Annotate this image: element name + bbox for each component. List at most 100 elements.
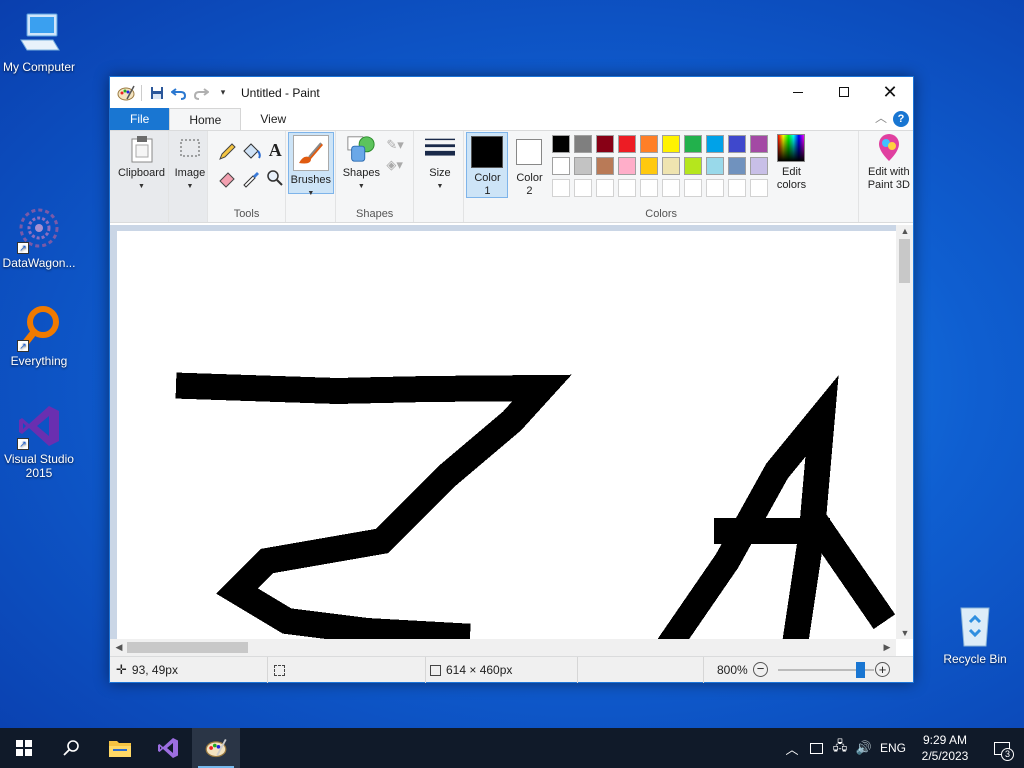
clock[interactable]: 9:29 AM 2/5/2023: [910, 732, 980, 764]
fill-bucket-icon[interactable]: [240, 141, 262, 163]
maximize-button[interactable]: [821, 77, 867, 107]
zoom-out-button[interactable]: −: [753, 662, 768, 677]
zoom-slider-thumb[interactable]: [855, 662, 865, 678]
color2-label: Color: [516, 172, 543, 184]
color1-button[interactable]: Color 1: [466, 132, 509, 198]
custom-color-slot[interactable]: [552, 179, 571, 197]
palette-color-swatch[interactable]: [728, 135, 747, 153]
minimize-button[interactable]: [775, 77, 821, 107]
color2-button[interactable]: Color 2: [510, 133, 548, 197]
zoom-in-button[interactable]: +: [875, 662, 890, 677]
custom-color-slot[interactable]: [662, 179, 681, 197]
taskbar-paint[interactable]: [192, 728, 240, 768]
eraser-icon[interactable]: [216, 167, 238, 189]
image-button[interactable]: Image ▼: [171, 134, 209, 193]
palette-color-swatch[interactable]: [596, 135, 615, 153]
custom-color-slot[interactable]: [596, 179, 615, 197]
custom-color-slot[interactable]: [618, 179, 637, 197]
desktop-icon-recycle-bin[interactable]: Recycle Bin: [936, 602, 1014, 666]
help-icon[interactable]: ?: [893, 111, 909, 127]
color1-label: Color: [474, 172, 501, 184]
desktop-icon-datawagon[interactable]: ↗ DataWagon...: [0, 206, 78, 270]
palette-color-swatch[interactable]: [618, 135, 637, 153]
close-button[interactable]: ✕: [867, 77, 913, 107]
palette-color-swatch[interactable]: [684, 157, 703, 175]
pencil-icon[interactable]: [216, 141, 238, 163]
custom-color-slot[interactable]: [684, 179, 703, 197]
scroll-left-icon[interactable]: ◀: [112, 642, 126, 653]
custom-color-slot[interactable]: [728, 179, 747, 197]
brushes-button[interactable]: Brushes ▼: [287, 132, 334, 197]
show-hidden-icons-button[interactable]: ︿: [780, 728, 804, 768]
desktop-icon-my-computer[interactable]: My Computer: [0, 10, 78, 74]
tray-app-icon[interactable]: [804, 728, 828, 768]
notification-count: 3: [1001, 748, 1014, 761]
palette-color-swatch[interactable]: [640, 157, 659, 175]
outline-icon[interactable]: ✎▾: [386, 137, 412, 155]
cursor-position-section: ✛ 93, 49px: [110, 657, 268, 683]
palette-color-swatch[interactable]: [728, 157, 747, 175]
palette-color-swatch[interactable]: [640, 135, 659, 153]
text-tool-icon[interactable]: A: [264, 140, 286, 162]
drawing-canvas[interactable]: [117, 231, 896, 639]
palette-color-swatch[interactable]: [552, 157, 571, 175]
clipboard-button[interactable]: Clipboard ▼: [114, 134, 169, 193]
vertical-scroll-thumb[interactable]: [899, 239, 910, 283]
custom-color-slot[interactable]: [750, 179, 769, 197]
volume-button[interactable]: 🔊: [852, 728, 876, 768]
palette-color-swatch[interactable]: [662, 157, 681, 175]
vertical-scrollbar[interactable]: ▲ ▼: [896, 225, 913, 639]
desktop-icon-visual-studio[interactable]: ↗ Visual Studio 2015: [0, 402, 78, 480]
scroll-up-icon[interactable]: ▲: [898, 226, 912, 236]
search-button[interactable]: [48, 728, 96, 768]
fill-icon[interactable]: ◈▾: [386, 157, 412, 175]
taskbar-file-explorer[interactable]: [96, 728, 144, 768]
edit-with-paint3d-button[interactable]: Edit with Paint 3D: [861, 133, 917, 192]
minimize-ribbon-icon[interactable]: ︿: [875, 109, 887, 126]
horizontal-scroll-thumb[interactable]: [127, 642, 248, 653]
color-picker-icon[interactable]: [240, 167, 262, 189]
palette-color-swatch[interactable]: [706, 135, 725, 153]
tab-view[interactable]: View: [241, 108, 305, 130]
scroll-right-icon[interactable]: ▶: [880, 642, 894, 653]
magnifier-icon[interactable]: [264, 167, 286, 189]
undo-icon[interactable]: [169, 83, 189, 103]
paint-app-icon[interactable]: [116, 83, 136, 103]
save-icon[interactable]: [147, 83, 167, 103]
horizontal-scrollbar[interactable]: ◀ ▶: [110, 639, 896, 656]
move-cursor-icon: ✛: [116, 662, 127, 677]
palette-color-swatch[interactable]: [662, 135, 681, 153]
edit-colors-button[interactable]: Edit colors: [768, 133, 814, 192]
palette-color-swatch[interactable]: [574, 157, 593, 175]
update-icon: [809, 742, 823, 754]
custom-color-slot[interactable]: [640, 179, 659, 197]
palette-color-swatch[interactable]: [574, 135, 593, 153]
volume-icon: 🔊: [855, 740, 873, 755]
zoom-slider[interactable]: [778, 662, 874, 678]
custom-color-slot[interactable]: [706, 179, 725, 197]
palette-color-swatch[interactable]: [618, 157, 637, 175]
language-indicator[interactable]: ENG: [876, 728, 910, 768]
start-button[interactable]: [0, 728, 48, 768]
shapes-button[interactable]: Shapes ▼: [340, 134, 382, 193]
redo-icon[interactable]: [191, 83, 211, 103]
palette-color-swatch[interactable]: [552, 135, 571, 153]
taskbar-visual-studio[interactable]: [144, 728, 192, 768]
palette-color-swatch[interactable]: [596, 157, 615, 175]
network-button[interactable]: 🖧: [828, 728, 852, 768]
palette-color-swatch[interactable]: [684, 135, 703, 153]
selection-icon: [274, 664, 285, 676]
desktop-icon-everything[interactable]: ↗ Everything: [0, 304, 78, 368]
customize-quick-access-icon[interactable]: ▾: [213, 83, 233, 103]
size-button[interactable]: Size ▼: [420, 134, 460, 193]
tab-file[interactable]: File: [110, 108, 170, 130]
dropdown-caret-icon: ▼: [357, 183, 365, 190]
palette-color-swatch[interactable]: [750, 135, 769, 153]
custom-color-slot[interactable]: [574, 179, 593, 197]
scroll-down-icon[interactable]: ▼: [898, 628, 912, 638]
palette-color-swatch[interactable]: [750, 157, 769, 175]
palette-color-swatch[interactable]: [706, 157, 725, 175]
title-bar[interactable]: ▾ Untitled - Paint ✕: [110, 77, 913, 108]
notifications-button[interactable]: 3: [980, 728, 1024, 768]
tab-home[interactable]: Home: [169, 108, 242, 130]
